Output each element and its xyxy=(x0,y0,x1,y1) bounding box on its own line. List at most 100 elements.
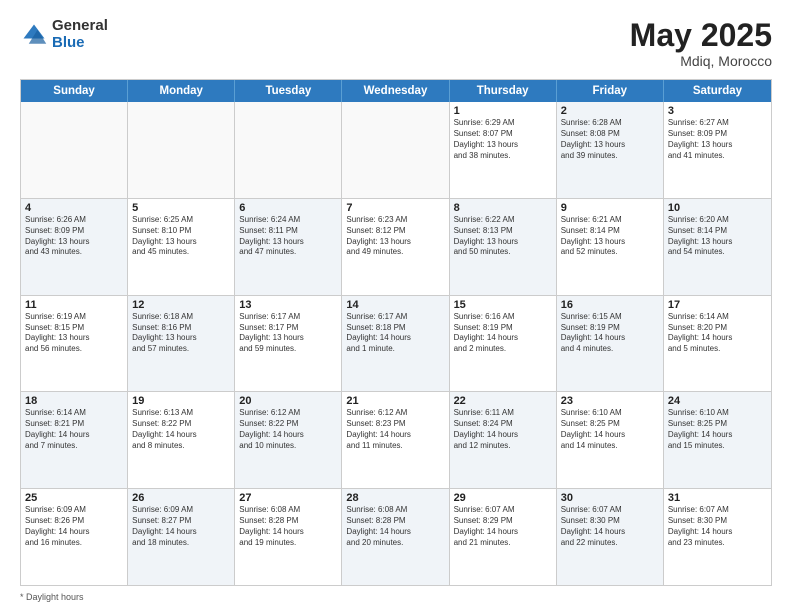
day-number: 27 xyxy=(239,492,337,504)
day-info: Sunrise: 6:11 AM Sunset: 8:24 PM Dayligh… xyxy=(454,408,552,451)
day-number: 19 xyxy=(132,395,230,407)
calendar-row: 4Sunrise: 6:26 AM Sunset: 8:09 PM Daylig… xyxy=(21,198,771,295)
calendar-header-cell: Sunday xyxy=(21,80,128,102)
day-number: 30 xyxy=(561,492,659,504)
calendar-cell: 28Sunrise: 6:08 AM Sunset: 8:28 PM Dayli… xyxy=(342,489,449,585)
day-info: Sunrise: 6:14 AM Sunset: 8:21 PM Dayligh… xyxy=(25,408,123,451)
day-number: 22 xyxy=(454,395,552,407)
day-number: 14 xyxy=(346,299,444,311)
calendar-cell: 20Sunrise: 6:12 AM Sunset: 8:22 PM Dayli… xyxy=(235,392,342,488)
calendar-cell: 30Sunrise: 6:07 AM Sunset: 8:30 PM Dayli… xyxy=(557,489,664,585)
day-number: 2 xyxy=(561,105,659,117)
day-info: Sunrise: 6:13 AM Sunset: 8:22 PM Dayligh… xyxy=(132,408,230,451)
calendar-cell: 21Sunrise: 6:12 AM Sunset: 8:23 PM Dayli… xyxy=(342,392,449,488)
calendar-cell: 5Sunrise: 6:25 AM Sunset: 8:10 PM Daylig… xyxy=(128,199,235,295)
day-number: 1 xyxy=(454,105,552,117)
day-info: Sunrise: 6:18 AM Sunset: 8:16 PM Dayligh… xyxy=(132,312,230,355)
calendar-cell: 6Sunrise: 6:24 AM Sunset: 8:11 PM Daylig… xyxy=(235,199,342,295)
day-info: Sunrise: 6:14 AM Sunset: 8:20 PM Dayligh… xyxy=(668,312,767,355)
day-number: 31 xyxy=(668,492,767,504)
calendar-body: 1Sunrise: 6:29 AM Sunset: 8:07 PM Daylig… xyxy=(21,102,771,585)
calendar: SundayMondayTuesdayWednesdayThursdayFrid… xyxy=(20,79,772,586)
day-number: 26 xyxy=(132,492,230,504)
day-info: Sunrise: 6:28 AM Sunset: 8:08 PM Dayligh… xyxy=(561,118,659,161)
day-number: 29 xyxy=(454,492,552,504)
day-number: 20 xyxy=(239,395,337,407)
calendar-cell: 11Sunrise: 6:19 AM Sunset: 8:15 PM Dayli… xyxy=(21,296,128,392)
calendar-cell: 13Sunrise: 6:17 AM Sunset: 8:17 PM Dayli… xyxy=(235,296,342,392)
calendar-row: 18Sunrise: 6:14 AM Sunset: 8:21 PM Dayli… xyxy=(21,391,771,488)
day-info: Sunrise: 6:26 AM Sunset: 8:09 PM Dayligh… xyxy=(25,215,123,258)
day-info: Sunrise: 6:12 AM Sunset: 8:22 PM Dayligh… xyxy=(239,408,337,451)
day-number: 24 xyxy=(668,395,767,407)
header: General Blue May 2025 Mdiq, Morocco xyxy=(20,18,772,69)
day-info: Sunrise: 6:24 AM Sunset: 8:11 PM Dayligh… xyxy=(239,215,337,258)
logo: General Blue xyxy=(20,18,108,51)
title-block: May 2025 Mdiq, Morocco xyxy=(630,18,772,69)
day-info: Sunrise: 6:17 AM Sunset: 8:18 PM Dayligh… xyxy=(346,312,444,355)
calendar-cell: 18Sunrise: 6:14 AM Sunset: 8:21 PM Dayli… xyxy=(21,392,128,488)
calendar-row: 11Sunrise: 6:19 AM Sunset: 8:15 PM Dayli… xyxy=(21,295,771,392)
calendar-cell: 9Sunrise: 6:21 AM Sunset: 8:14 PM Daylig… xyxy=(557,199,664,295)
day-info: Sunrise: 6:12 AM Sunset: 8:23 PM Dayligh… xyxy=(346,408,444,451)
day-number: 23 xyxy=(561,395,659,407)
day-number: 8 xyxy=(454,202,552,214)
day-info: Sunrise: 6:07 AM Sunset: 8:29 PM Dayligh… xyxy=(454,505,552,548)
day-number: 16 xyxy=(561,299,659,311)
calendar-cell: 15Sunrise: 6:16 AM Sunset: 8:19 PM Dayli… xyxy=(450,296,557,392)
calendar-header-cell: Wednesday xyxy=(342,80,449,102)
calendar-cell xyxy=(342,102,449,198)
calendar-cell xyxy=(21,102,128,198)
calendar-cell: 23Sunrise: 6:10 AM Sunset: 8:25 PM Dayli… xyxy=(557,392,664,488)
day-number: 5 xyxy=(132,202,230,214)
title-location: Mdiq, Morocco xyxy=(630,53,772,69)
calendar-cell: 14Sunrise: 6:17 AM Sunset: 8:18 PM Dayli… xyxy=(342,296,449,392)
day-info: Sunrise: 6:09 AM Sunset: 8:27 PM Dayligh… xyxy=(132,505,230,548)
logo-general: General xyxy=(52,18,108,35)
day-info: Sunrise: 6:16 AM Sunset: 8:19 PM Dayligh… xyxy=(454,312,552,355)
calendar-cell: 10Sunrise: 6:20 AM Sunset: 8:14 PM Dayli… xyxy=(664,199,771,295)
day-info: Sunrise: 6:07 AM Sunset: 8:30 PM Dayligh… xyxy=(668,505,767,548)
calendar-row: 25Sunrise: 6:09 AM Sunset: 8:26 PM Dayli… xyxy=(21,488,771,585)
day-info: Sunrise: 6:07 AM Sunset: 8:30 PM Dayligh… xyxy=(561,505,659,548)
calendar-cell: 4Sunrise: 6:26 AM Sunset: 8:09 PM Daylig… xyxy=(21,199,128,295)
calendar-cell: 12Sunrise: 6:18 AM Sunset: 8:16 PM Dayli… xyxy=(128,296,235,392)
calendar-row: 1Sunrise: 6:29 AM Sunset: 8:07 PM Daylig… xyxy=(21,102,771,198)
calendar-cell: 7Sunrise: 6:23 AM Sunset: 8:12 PM Daylig… xyxy=(342,199,449,295)
calendar-cell: 1Sunrise: 6:29 AM Sunset: 8:07 PM Daylig… xyxy=(450,102,557,198)
day-number: 11 xyxy=(25,299,123,311)
day-number: 17 xyxy=(668,299,767,311)
day-info: Sunrise: 6:09 AM Sunset: 8:26 PM Dayligh… xyxy=(25,505,123,548)
day-info: Sunrise: 6:25 AM Sunset: 8:10 PM Dayligh… xyxy=(132,215,230,258)
day-number: 18 xyxy=(25,395,123,407)
day-number: 12 xyxy=(132,299,230,311)
calendar-cell xyxy=(128,102,235,198)
day-number: 10 xyxy=(668,202,767,214)
calendar-header-cell: Saturday xyxy=(664,80,771,102)
page: General Blue May 2025 Mdiq, Morocco Sund… xyxy=(0,0,792,612)
calendar-cell: 3Sunrise: 6:27 AM Sunset: 8:09 PM Daylig… xyxy=(664,102,771,198)
calendar-cell: 27Sunrise: 6:08 AM Sunset: 8:28 PM Dayli… xyxy=(235,489,342,585)
day-info: Sunrise: 6:10 AM Sunset: 8:25 PM Dayligh… xyxy=(668,408,767,451)
day-info: Sunrise: 6:20 AM Sunset: 8:14 PM Dayligh… xyxy=(668,215,767,258)
calendar-cell xyxy=(235,102,342,198)
day-number: 7 xyxy=(346,202,444,214)
day-info: Sunrise: 6:29 AM Sunset: 8:07 PM Dayligh… xyxy=(454,118,552,161)
day-info: Sunrise: 6:10 AM Sunset: 8:25 PM Dayligh… xyxy=(561,408,659,451)
calendar-cell: 29Sunrise: 6:07 AM Sunset: 8:29 PM Dayli… xyxy=(450,489,557,585)
day-number: 13 xyxy=(239,299,337,311)
day-number: 6 xyxy=(239,202,337,214)
day-info: Sunrise: 6:23 AM Sunset: 8:12 PM Dayligh… xyxy=(346,215,444,258)
calendar-header-row: SundayMondayTuesdayWednesdayThursdayFrid… xyxy=(21,80,771,102)
day-number: 4 xyxy=(25,202,123,214)
calendar-header-cell: Tuesday xyxy=(235,80,342,102)
calendar-cell: 19Sunrise: 6:13 AM Sunset: 8:22 PM Dayli… xyxy=(128,392,235,488)
footnote: * Daylight hours xyxy=(20,590,772,602)
calendar-header-cell: Thursday xyxy=(450,80,557,102)
calendar-cell: 17Sunrise: 6:14 AM Sunset: 8:20 PM Dayli… xyxy=(664,296,771,392)
day-number: 21 xyxy=(346,395,444,407)
day-info: Sunrise: 6:08 AM Sunset: 8:28 PM Dayligh… xyxy=(346,505,444,548)
day-number: 28 xyxy=(346,492,444,504)
day-info: Sunrise: 6:21 AM Sunset: 8:14 PM Dayligh… xyxy=(561,215,659,258)
calendar-header-cell: Friday xyxy=(557,80,664,102)
